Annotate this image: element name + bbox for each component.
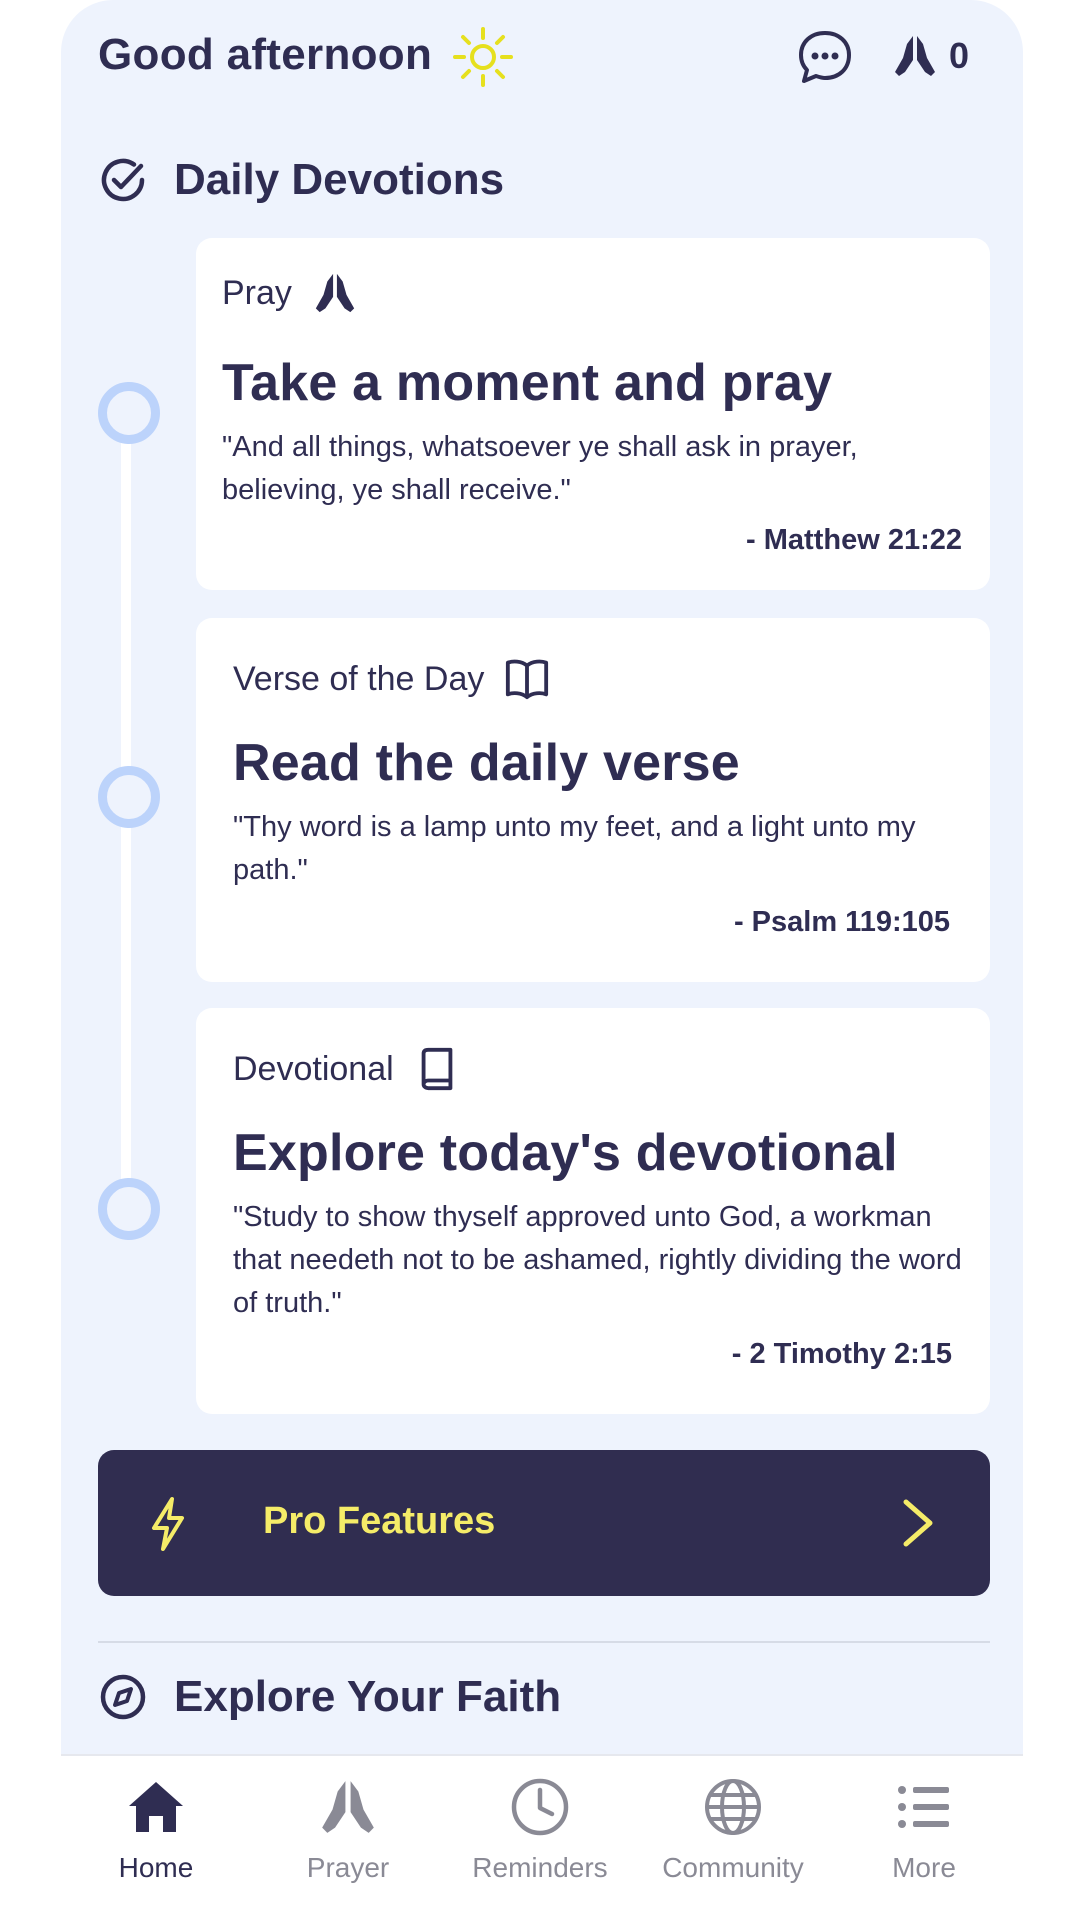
card-reference: - Psalm 119:105 <box>733 906 950 938</box>
praying-hands-icon <box>895 36 935 76</box>
nav-label: Reminders <box>472 1852 608 1883</box>
nav-more[interactable]: More <box>829 1776 1019 1884</box>
explore-faith-heading: Explore Your Faith <box>98 1672 561 1722</box>
section-title: Explore Your Faith <box>174 1672 562 1721</box>
card-title: Take a moment and pray <box>222 354 833 412</box>
praying-hands-icon <box>315 273 355 313</box>
prayer-count-value: 0 <box>949 35 970 76</box>
divider <box>98 1641 990 1643</box>
nav-reminders[interactable]: Reminders <box>445 1776 635 1884</box>
chat-bubble-icon[interactable] <box>796 28 854 86</box>
nav-label: Prayer <box>306 1852 390 1883</box>
card-type: Verse of the Day <box>233 656 550 702</box>
open-book-icon <box>506 659 549 700</box>
card-type-label: Devotional <box>233 1049 394 1088</box>
card-type-label: Pray <box>222 273 292 312</box>
timeline-dot <box>98 382 160 444</box>
card-type: Pray <box>222 270 358 316</box>
section-title: Daily Devotions <box>174 155 505 204</box>
praying-hands-icon <box>322 1781 374 1833</box>
clock-icon <box>511 1778 569 1836</box>
header: Good afternoon 0 <box>61 0 1023 120</box>
bottom-nav: Home Prayer Reminders Community More <box>61 1754 1023 1922</box>
nav-prayer[interactable]: Prayer <box>253 1776 443 1884</box>
list-icon <box>898 1786 949 1828</box>
nav-community[interactable]: Community <box>638 1776 828 1884</box>
prayer-count[interactable]: 0 <box>891 32 969 80</box>
globe-icon <box>705 1779 761 1835</box>
card-quote: "Study to show thyself approved unto God… <box>233 1201 962 1319</box>
devotion-card-verse[interactable]: Verse of the Day Read the daily verse "T… <box>196 618 990 982</box>
nav-home[interactable]: Home <box>61 1776 251 1884</box>
pro-features-label: Pro Features <box>263 1500 496 1542</box>
devotion-card-devotional[interactable]: Devotional Explore today's devotional "S… <box>196 1008 990 1414</box>
greeting-text: Good afternoon <box>98 30 433 79</box>
card-reference: - Matthew 21:22 <box>746 524 962 556</box>
chevron-right-icon <box>903 1499 933 1547</box>
card-reference: - 2 Timothy 2:15 <box>731 1338 952 1370</box>
nav-label: Home <box>118 1852 194 1883</box>
check-circle-icon <box>101 158 145 202</box>
daily-devotions-heading: Daily Devotions <box>98 155 504 205</box>
sun-icon <box>453 27 513 87</box>
timeline-dot <box>98 766 160 828</box>
card-title: Explore today's devotional <box>233 1124 898 1182</box>
card-quote: "And all things, whatsoever ye shall ask… <box>222 431 858 506</box>
compass-icon <box>100 1674 146 1720</box>
book-icon <box>421 1047 452 1091</box>
nav-label: Community <box>662 1852 804 1883</box>
nav-label: More <box>892 1852 956 1883</box>
phone-screen: Good afternoon 0 Daily Devotions Pray Ta… <box>61 0 1023 1920</box>
card-type: Devotional <box>233 1046 460 1092</box>
timeline-dot <box>98 1178 160 1240</box>
card-type-label: Verse of the Day <box>233 659 485 698</box>
home-icon <box>129 1782 183 1832</box>
card-title: Read the daily verse <box>233 734 740 792</box>
card-quote: "Thy word is a lamp unto my feet, and a … <box>233 811 916 886</box>
lightning-icon <box>152 1497 184 1551</box>
devotion-card-pray[interactable]: Pray Take a moment and pray "And all thi… <box>196 238 990 590</box>
pro-features-button[interactable]: Pro Features <box>98 1450 990 1596</box>
